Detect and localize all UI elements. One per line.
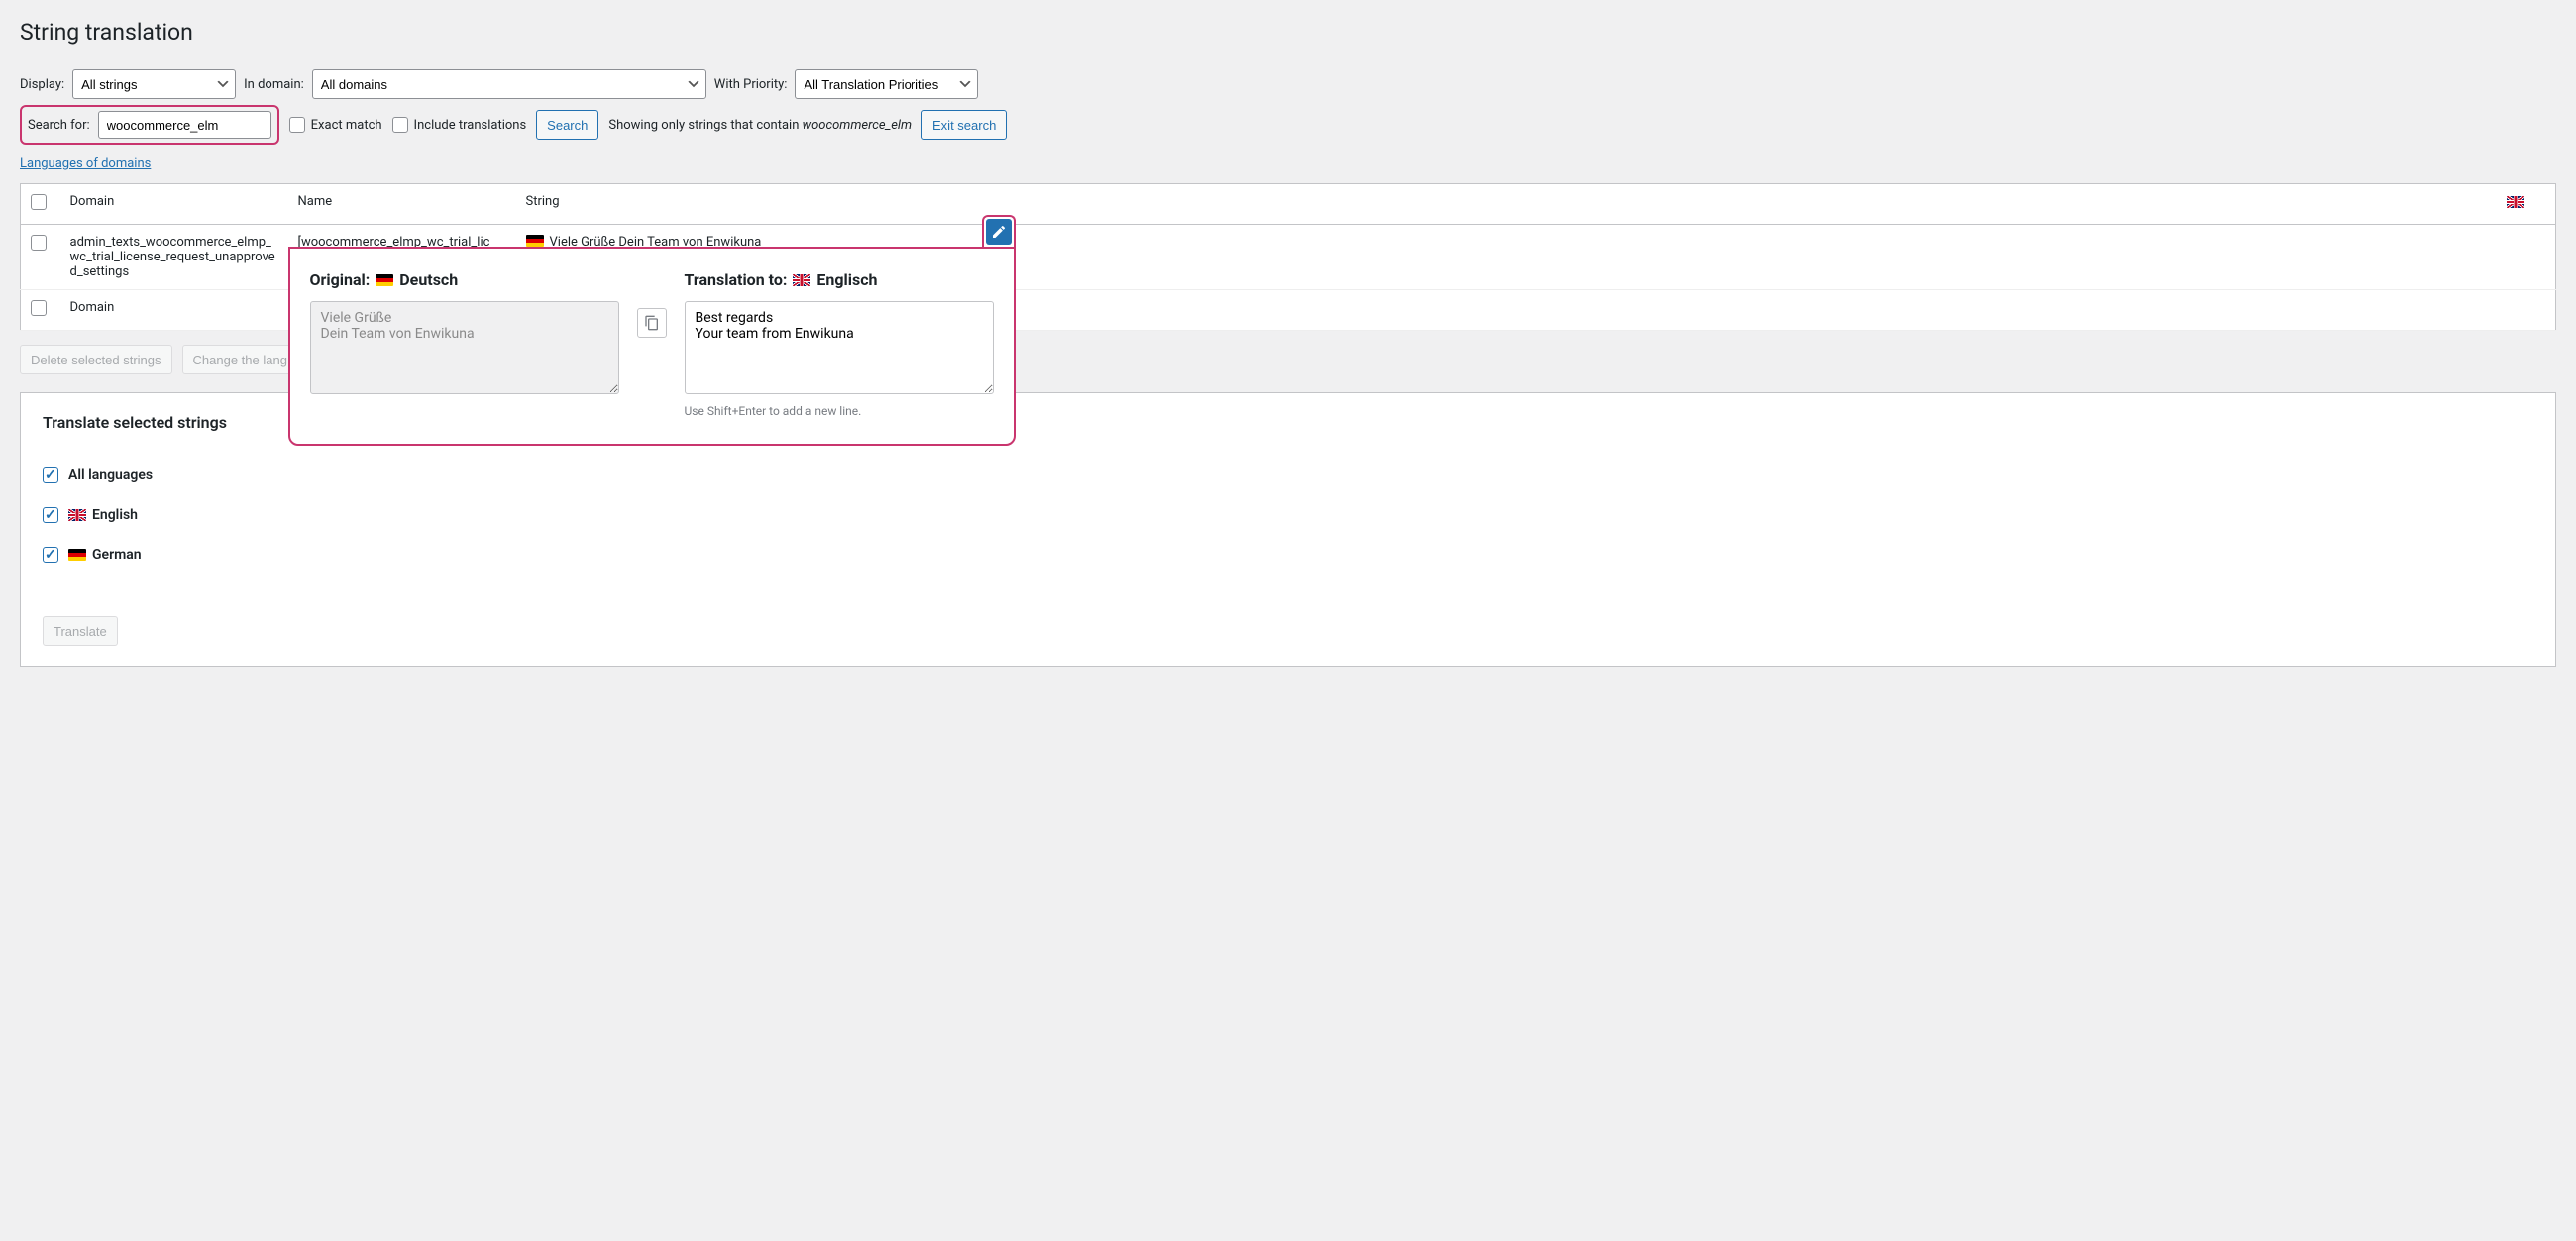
row-checkbox[interactable]	[31, 235, 47, 251]
delete-selected-button[interactable]: Delete selected strings	[20, 345, 172, 374]
german-checkbox[interactable]	[43, 547, 58, 563]
include-translations-label: Include translations	[414, 118, 527, 133]
exact-match-checkbox[interactable]	[289, 117, 305, 133]
de-flag-icon	[68, 549, 86, 561]
all-languages-checkbox[interactable]	[43, 467, 58, 483]
col-header-string[interactable]: String	[516, 184, 2497, 225]
col-header-name[interactable]: Name	[288, 184, 516, 225]
search-result-text: Showing only strings that contain woocom…	[608, 118, 912, 133]
search-button[interactable]: Search	[536, 110, 598, 140]
pencil-icon	[991, 224, 1007, 240]
footer-domain[interactable]: Domain	[60, 290, 288, 331]
translation-hint: Use Shift+Enter to add a new line.	[685, 404, 994, 418]
include-translations-checkbox[interactable]	[392, 117, 408, 133]
languages-of-domains-link[interactable]: Languages of domains	[20, 156, 151, 171]
search-row: Search for: Exact match Include translat…	[20, 105, 2556, 145]
strings-table: Domain Name String admin_texts_woocommer…	[20, 183, 2556, 331]
copy-icon	[644, 315, 660, 331]
uk-flag-icon	[2507, 196, 2524, 208]
translation-editor: Original: Deutsch Viele Grüße Dein Team …	[288, 247, 1016, 446]
search-label: Search for:	[28, 118, 90, 133]
german-label: German	[68, 547, 142, 563]
table-row: admin_texts_woocommerce_elmp_wc_trial_li…	[21, 225, 2556, 290]
display-select[interactable]: All strings	[72, 69, 236, 99]
de-flag-icon	[526, 235, 544, 247]
exit-search-button[interactable]: Exit search	[921, 110, 1007, 140]
exact-match-label: Exact match	[311, 118, 382, 133]
in-domain-label: In domain:	[244, 77, 304, 92]
uk-flag-icon	[793, 274, 810, 286]
select-all-checkbox[interactable]	[31, 194, 47, 210]
translation-textarea[interactable]: Best regards Your team from Enwikuna	[685, 301, 994, 394]
col-header-lang	[2497, 184, 2556, 225]
priority-select[interactable]: All Translation Priorities	[795, 69, 978, 99]
select-all-footer-checkbox[interactable]	[31, 300, 47, 316]
col-header-domain[interactable]: Domain	[60, 184, 288, 225]
all-languages-label: All languages	[68, 467, 153, 483]
edit-translation-button[interactable]	[986, 219, 1012, 245]
search-input[interactable]	[98, 111, 271, 139]
row-name: [woocommerce_elmp_wc_trial_lic Original:	[288, 225, 516, 290]
editor-tab	[982, 215, 1016, 247]
english-checkbox[interactable]	[43, 507, 58, 523]
display-label: Display:	[20, 77, 64, 92]
translation-heading: Translation to: Englisch	[685, 270, 994, 289]
original-heading: Original: Deutsch	[310, 270, 619, 289]
row-edit-cell	[2497, 225, 2556, 290]
search-group: Search for:	[20, 105, 279, 145]
in-domain-select[interactable]: All domains	[312, 69, 706, 99]
original-textarea: Viele Grüße Dein Team von Enwikuna	[310, 301, 619, 394]
page-title: String translation	[20, 10, 2556, 50]
row-domain: admin_texts_woocommerce_elmp_wc_trial_li…	[60, 225, 288, 290]
english-label: English	[68, 507, 138, 523]
uk-flag-icon	[68, 509, 86, 521]
translate-button[interactable]: Translate	[43, 616, 118, 646]
de-flag-icon	[376, 274, 393, 286]
filter-row: Display: All strings In domain: All doma…	[20, 69, 2556, 99]
priority-label: With Priority:	[714, 77, 788, 92]
copy-original-button[interactable]	[637, 308, 667, 338]
